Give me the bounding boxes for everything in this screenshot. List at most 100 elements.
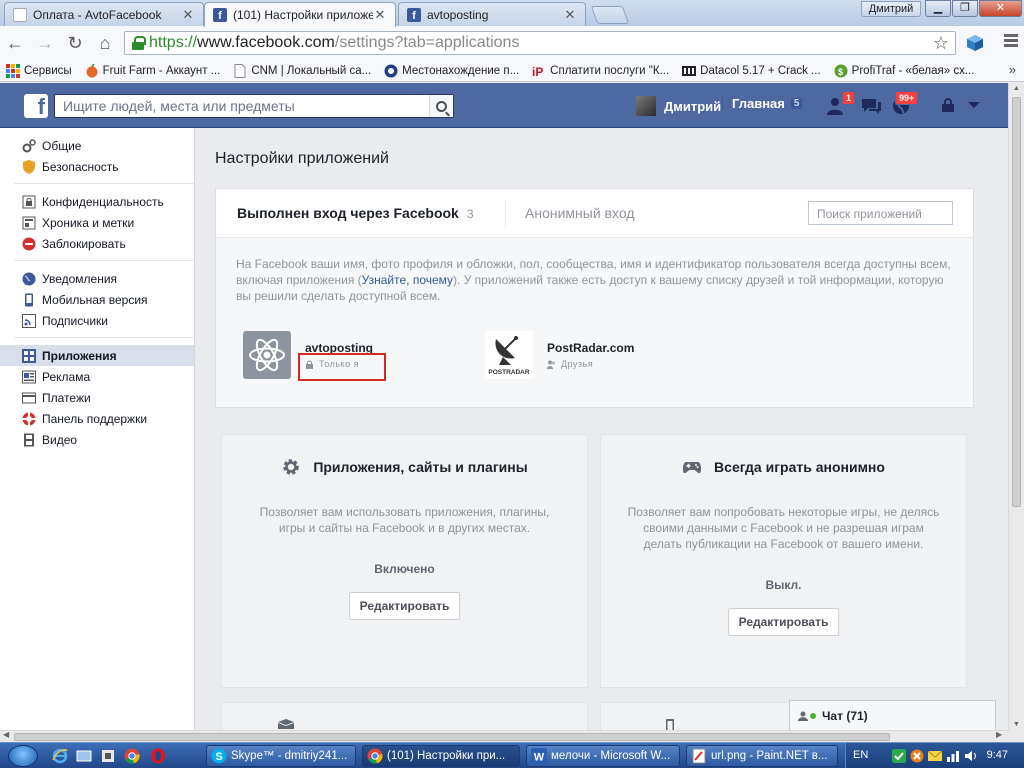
sidebar-item-security[interactable]: Безопасность bbox=[0, 156, 194, 177]
taskbar-item-skype[interactable]: S Skype™ - dmitriy241... bbox=[206, 745, 356, 767]
scroll-right-icon[interactable]: ▶ bbox=[996, 730, 1002, 739]
search-button[interactable] bbox=[429, 95, 453, 117]
home-button[interactable]: ⌂ bbox=[94, 32, 116, 54]
chat-sidebar-button[interactable]: Чат (71) bbox=[789, 700, 996, 730]
windows-taskbar: S Skype™ - dmitriy241... (101) Настройки… bbox=[0, 742, 1024, 768]
show-desktop-icon[interactable] bbox=[76, 748, 92, 764]
internet-explorer-icon[interactable] bbox=[52, 748, 68, 764]
bookmark-fruit-farm[interactable]: Fruit Farm - Аккаунт ... bbox=[85, 63, 220, 78]
close-window-button[interactable]: ✕ bbox=[979, 0, 1022, 17]
address-bar[interactable]: https://www.facebook.com/settings?tab=ap… bbox=[124, 31, 956, 55]
close-icon[interactable]: ✕ bbox=[563, 7, 577, 23]
app-visibility[interactable]: Друзья bbox=[547, 359, 634, 369]
bookmark-location[interactable]: Местонахождение п... bbox=[384, 64, 519, 78]
sidebar-item-ads[interactable]: Реклама bbox=[0, 366, 194, 387]
scroll-left-icon[interactable]: ◀ bbox=[3, 730, 9, 739]
facebook-search-box[interactable]: Ищите людей, места или предметы bbox=[54, 94, 454, 118]
browser-tab-oplata[interactable]: Оплата - AvtoFacebook ✕ bbox=[4, 2, 204, 26]
antivirus-icon[interactable] bbox=[910, 749, 924, 763]
app-search-input[interactable]: Поиск приложений bbox=[808, 201, 953, 225]
start-button[interactable] bbox=[8, 745, 38, 767]
scroll-up-icon[interactable]: ▲ bbox=[1013, 85, 1020, 92]
edit-apps-platform-button[interactable]: Редактировать bbox=[348, 592, 461, 620]
scrollbar-thumb[interactable] bbox=[14, 733, 890, 741]
new-tab-button[interactable] bbox=[590, 6, 630, 24]
search-input[interactable]: Ищите людей, места или предметы bbox=[55, 98, 429, 114]
panel-description: Позволяет вам использовать приложения, п… bbox=[259, 505, 550, 535]
sidebar-item-privacy[interactable]: Конфиденциальность bbox=[0, 191, 194, 212]
taskbar-item-chrome[interactable]: (101) Настройки при... bbox=[362, 745, 520, 767]
bookmark-datacol[interactable]: Datacol 5.17 + Crack ... bbox=[682, 64, 821, 78]
sidebar-item-followers[interactable]: Подписчики bbox=[0, 310, 194, 331]
horizontal-scrollbar[interactable]: ◀ ▶ bbox=[0, 730, 1008, 742]
taskbar-item-paintnet[interactable]: url.png - Paint.NET в... bbox=[686, 745, 838, 767]
home-link[interactable]: Главная 5 bbox=[722, 96, 803, 111]
app-item-postradar[interactable]: POSTRADAR PostRadar.com Друзья bbox=[485, 331, 634, 379]
bookmark-label: Сплатити послуги "К... bbox=[550, 64, 670, 77]
taskbar-item-word[interactable]: W мелочи - Microsoft W... bbox=[526, 745, 680, 767]
bookmark-star-icon[interactable]: ☆ bbox=[933, 32, 949, 54]
apps-count: 3 bbox=[466, 207, 474, 221]
opera-icon[interactable] bbox=[150, 748, 166, 764]
sidebar-item-mobile[interactable]: Мобильная версия bbox=[0, 289, 194, 310]
bookmark-cnm[interactable]: CNM | Локальный са... bbox=[233, 63, 371, 78]
clock[interactable]: 9:47 bbox=[987, 749, 1008, 761]
menu-icon[interactable] bbox=[1004, 34, 1018, 49]
extension-cube-icon[interactable] bbox=[966, 34, 984, 52]
scroll-down-icon[interactable]: ▼ bbox=[1013, 721, 1020, 728]
mail-icon[interactable] bbox=[928, 749, 942, 763]
sidebar-item-label: Безопасность bbox=[42, 159, 119, 174]
sidebar-item-blocking[interactable]: Заблокировать bbox=[0, 233, 194, 254]
tab-anonymous-login[interactable]: Анонимный вход bbox=[525, 205, 634, 221]
forward-button[interactable]: → bbox=[34, 32, 56, 54]
tab-logged-in-with-facebook[interactable]: Выполнен вход через Facebook 3 bbox=[237, 205, 474, 221]
lock-icon[interactable] bbox=[131, 36, 146, 50]
sidebar-item-support[interactable]: Панель поддержки bbox=[0, 408, 194, 429]
sidebar-item-notifications[interactable]: Уведомления bbox=[0, 268, 194, 289]
box-app-icon[interactable] bbox=[100, 748, 116, 764]
home-label: Главная bbox=[732, 96, 785, 111]
url-path: /settings?tab=applications bbox=[334, 34, 520, 51]
chrome-icon[interactable] bbox=[124, 748, 140, 764]
reload-button[interactable]: ↻ bbox=[64, 32, 86, 54]
sidebar-item-video[interactable]: Видео bbox=[0, 429, 194, 450]
close-icon[interactable]: ✕ bbox=[373, 7, 387, 23]
payments-icon bbox=[22, 392, 36, 403]
restore-button[interactable]: ❐ bbox=[952, 0, 978, 17]
mobile-icon bbox=[25, 293, 33, 306]
sidebar-item-apps[interactable]: Приложения bbox=[0, 345, 194, 366]
profile-link[interactable]: Дмитрий bbox=[636, 96, 721, 116]
bookmark-profitraf[interactable]: $ ProfiTraf - «белая» сх... bbox=[834, 64, 974, 78]
app-name[interactable]: PostRadar.com bbox=[547, 341, 634, 355]
sidebar-item-general[interactable]: Общие bbox=[0, 135, 194, 156]
check-icon[interactable] bbox=[892, 749, 906, 763]
sidebar-item-label: Видео bbox=[42, 432, 78, 447]
learn-why-link[interactable]: Узнайте, почему bbox=[362, 273, 453, 287]
facebook-logo[interactable]: f bbox=[24, 94, 48, 118]
sidebar-item-timeline[interactable]: Хроника и метки bbox=[0, 212, 194, 233]
close-icon[interactable]: ✕ bbox=[181, 7, 195, 23]
browser-tab-settings[interactable]: f (101) Настройки приложени ✕ bbox=[204, 2, 396, 27]
vertical-scrollbar[interactable]: ▲ ▼ bbox=[1008, 83, 1024, 730]
chevron-down-icon[interactable] bbox=[968, 102, 980, 108]
task-label: Skype™ - dmitriy241... bbox=[231, 750, 348, 762]
bookmark-services[interactable]: Сервисы bbox=[6, 63, 72, 78]
minimize-button[interactable]: ▁ bbox=[925, 0, 951, 17]
facebook-icon: f bbox=[213, 8, 227, 22]
scrollbar-thumb[interactable] bbox=[1012, 97, 1021, 507]
sidebar-item-label: Хроника и метки bbox=[42, 215, 135, 230]
browser-tab-avtoposting[interactable]: f avtoposting ✕ bbox=[398, 2, 586, 26]
panel-title: Всегда играть анонимно bbox=[601, 457, 966, 477]
edit-play-anonymously-button[interactable]: Редактировать bbox=[727, 608, 840, 636]
gears-icon bbox=[22, 138, 36, 152]
bookmarks-overflow-button[interactable]: » bbox=[1009, 62, 1016, 77]
language-indicator[interactable]: EN bbox=[853, 749, 868, 761]
bookmark-ip[interactable]: iP Сплатити послуги "К... bbox=[532, 64, 669, 78]
volume-icon[interactable] bbox=[964, 749, 978, 763]
window-user-label[interactable]: Дмитрий bbox=[861, 1, 921, 17]
sidebar-item-payments[interactable]: Платежи bbox=[0, 387, 194, 408]
back-button[interactable]: ← bbox=[4, 32, 26, 54]
network-icon[interactable] bbox=[946, 749, 960, 763]
privacy-shortcuts-icon[interactable] bbox=[940, 98, 956, 112]
messages-icon[interactable] bbox=[860, 97, 882, 115]
